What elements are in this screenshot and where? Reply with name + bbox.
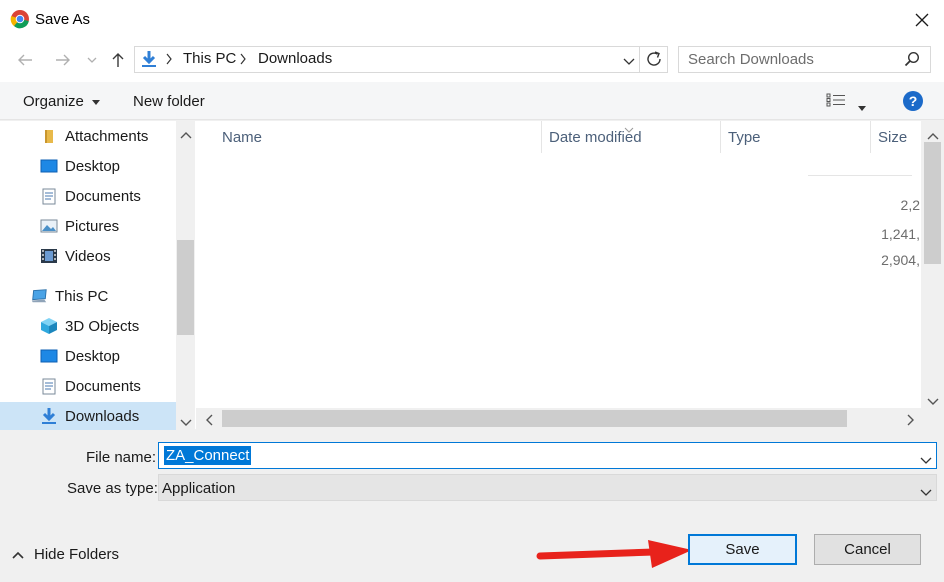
nav-item-label: This PC — [55, 287, 109, 305]
pictures-icon — [40, 217, 58, 235]
desktop-icon — [40, 157, 58, 175]
address-history-dropdown[interactable] — [622, 54, 636, 71]
view-options-button[interactable] — [826, 93, 848, 111]
nav-item-label: Desktop — [65, 157, 121, 175]
computer-icon — [30, 287, 48, 305]
column-header-name[interactable]: Name — [222, 129, 262, 146]
column-divider — [720, 121, 721, 153]
nav-item-label: Pictures — [65, 217, 120, 235]
cancel-button[interactable]: Cancel — [814, 534, 921, 565]
red-arrow-annotation — [536, 538, 696, 578]
scroll-down-arrow-icon[interactable] — [180, 414, 192, 431]
save-as-type-dropdown[interactable] — [920, 484, 932, 501]
file-size-cell: 1,241, — [881, 226, 920, 242]
chevron-up-icon — [12, 551, 24, 559]
title-bar — [0, 0, 944, 40]
caret-down-icon — [92, 99, 101, 105]
arrow-right-icon — [56, 54, 70, 66]
file-name-dropdown[interactable] — [920, 452, 932, 469]
chevron-down-icon — [920, 457, 932, 464]
file-name-label: File name: — [86, 449, 157, 466]
chevron-down-icon — [623, 58, 635, 65]
documents-icon — [40, 377, 58, 395]
column-divider — [541, 121, 542, 153]
back-button[interactable] — [15, 50, 35, 70]
arrow-up-icon — [112, 53, 124, 67]
nav-scrollbar-thumb[interactable] — [177, 240, 194, 335]
nav-item-desktop-pc[interactable]: Desktop — [0, 342, 176, 370]
breadcrumb-downloads[interactable]: Downloads — [258, 50, 332, 67]
refresh-icon — [647, 51, 661, 66]
details-view-icon — [826, 93, 845, 107]
column-header-type[interactable]: Type — [728, 129, 761, 146]
file-list-horizontal-scrollbar-thumb[interactable] — [222, 410, 847, 427]
file-name-value[interactable]: ZA_Connect — [164, 446, 252, 465]
column-divider — [870, 121, 871, 153]
address-divider — [639, 46, 640, 73]
nav-item-videos[interactable]: Videos — [0, 242, 176, 270]
nav-item-label: Documents — [65, 377, 141, 395]
nav-item-desktop[interactable]: Desktop — [0, 152, 176, 180]
nav-item-documents-pc[interactable]: Documents — [0, 372, 176, 400]
nav-item-3d-objects[interactable]: 3D Objects — [0, 312, 176, 340]
organize-label: Organize — [23, 93, 84, 110]
nav-item-this-pc[interactable]: This PC — [0, 282, 176, 310]
file-size-cell: 2,2 — [900, 197, 920, 213]
scroll-right-arrow-icon[interactable] — [907, 413, 915, 430]
close-icon — [915, 13, 929, 27]
save-as-type-value: Application — [162, 480, 236, 497]
videos-icon — [40, 247, 58, 265]
chrome-icon — [10, 9, 30, 29]
nav-item-label: Desktop — [65, 347, 121, 365]
help-icon[interactable]: ? — [903, 91, 923, 111]
group-divider — [808, 175, 912, 176]
save-as-type-select[interactable] — [158, 474, 937, 501]
chevron-right-icon — [165, 52, 173, 69]
window-title: Save As — [35, 11, 91, 28]
scroll-up-arrow-icon[interactable] — [180, 126, 192, 143]
file-name-input[interactable] — [158, 442, 937, 469]
nav-item-label: Downloads — [65, 407, 140, 425]
search-placeholder: Search Downloads — [688, 51, 814, 68]
file-list[interactable] — [196, 121, 921, 408]
organize-button[interactable]: Organize — [23, 93, 101, 110]
up-button[interactable] — [108, 50, 128, 70]
file-list-vertical-scrollbar-thumb[interactable] — [924, 142, 941, 264]
nav-item-label: Videos — [65, 247, 111, 265]
caret-down-icon[interactable] — [858, 98, 866, 115]
save-as-type-label: Save as type: — [67, 480, 158, 497]
nav-item-pictures[interactable]: Pictures — [0, 212, 176, 240]
nav-item-documents[interactable]: Documents — [0, 182, 176, 210]
scroll-left-arrow-icon[interactable] — [205, 413, 213, 430]
nav-item-label: 3D Objects — [65, 317, 140, 335]
scroll-down-arrow-icon[interactable] — [927, 393, 939, 410]
chevron-right-icon — [239, 52, 247, 69]
refresh-button[interactable] — [645, 50, 663, 72]
downloads-icon — [40, 407, 58, 425]
chevron-down-icon — [920, 489, 932, 496]
chevron-down-icon — [87, 57, 97, 63]
forward-button[interactable] — [53, 50, 73, 70]
recent-locations-button[interactable] — [84, 50, 100, 70]
nav-item-attachments[interactable]: Attachments — [0, 122, 176, 150]
column-header-size[interactable]: Size — [878, 129, 907, 146]
search-icon — [904, 51, 920, 71]
nav-item-label: Documents — [65, 187, 141, 205]
new-folder-button[interactable]: New folder — [133, 93, 205, 110]
file-size-cell: 2,904, — [881, 252, 920, 268]
documents-icon — [40, 187, 58, 205]
save-button[interactable]: Save — [688, 534, 797, 565]
nav-item-label: Attachments — [65, 127, 149, 145]
hide-folders-button[interactable]: Hide Folders — [12, 546, 119, 563]
hide-folders-label: Hide Folders — [34, 546, 120, 563]
column-header-date-modified[interactable]: Date modified — [549, 129, 642, 146]
downloads-icon — [140, 50, 158, 72]
arrow-left-icon — [18, 54, 32, 66]
nav-item-downloads[interactable]: Downloads — [0, 402, 176, 430]
folder-icon — [40, 127, 58, 145]
3d-objects-icon — [40, 317, 58, 335]
desktop-icon — [40, 347, 58, 365]
close-button[interactable] — [908, 6, 936, 34]
breadcrumb-this-pc[interactable]: This PC — [183, 50, 236, 67]
